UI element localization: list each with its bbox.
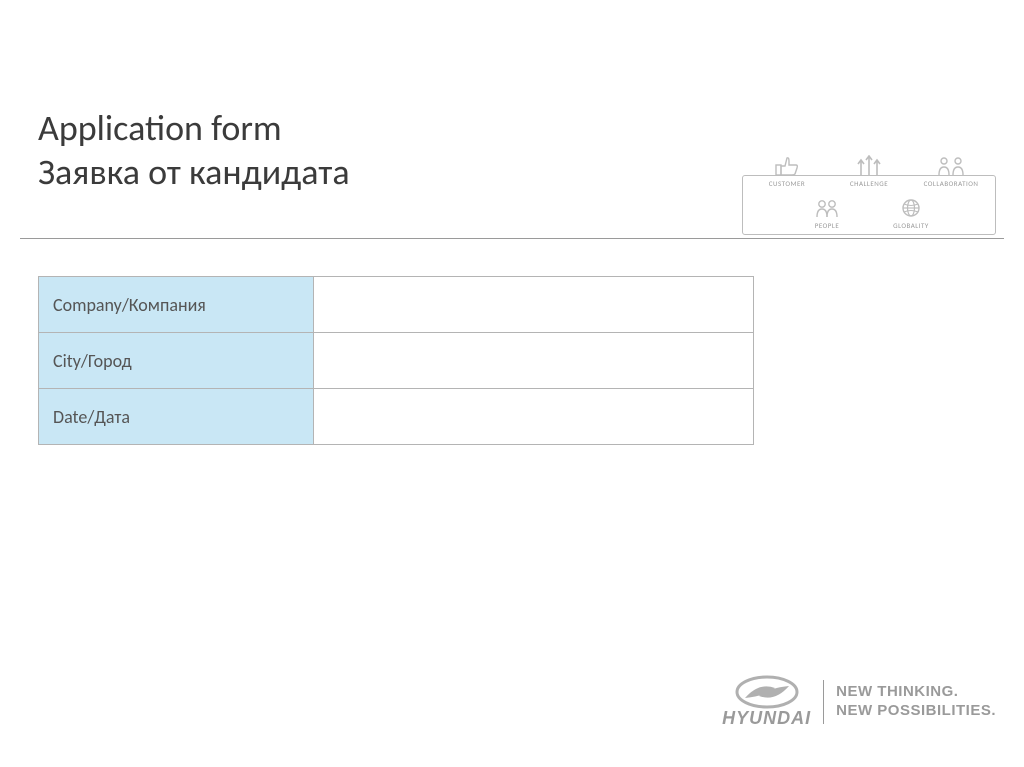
title-english: Application form <box>38 108 350 149</box>
title-block: Application form Заявка от кандидата <box>38 108 350 196</box>
value-people: PEOPLE <box>788 197 866 230</box>
value-customer-label: CUSTOMER <box>748 179 826 188</box>
value-globality: GLOBALITY <box>872 197 950 230</box>
people-pair-icon <box>812 197 842 219</box>
value-collaboration: COLLABORATION <box>912 155 990 188</box>
thumbs-up-icon <box>774 155 800 177</box>
company-label-cell: Company/Компания <box>39 277 314 333</box>
globe-icon <box>899 197 923 219</box>
date-value-cell[interactable] <box>314 389 754 445</box>
date-label-cell: Date/Дата <box>39 389 314 445</box>
brand-tagline-line1: NEW THINKING. <box>836 683 996 702</box>
brand-tagline: NEW THINKING. NEW POSSIBILITIES. <box>836 683 996 721</box>
company-value-cell[interactable] <box>314 277 754 333</box>
value-collaboration-label: COLLABORATION <box>912 179 990 188</box>
city-value-cell[interactable] <box>314 333 754 389</box>
value-challenge-label: CHALLENGE <box>830 179 908 188</box>
table-row: City/Город <box>39 333 754 389</box>
value-people-label: PEOPLE <box>788 221 866 230</box>
title-russian: Заявка от кандидата <box>38 149 350 196</box>
arrows-up-icon <box>853 155 885 177</box>
hyundai-logo-icon <box>731 674 803 710</box>
brand-block: HYUNDAI NEW THINKING. NEW POSSIBILITIES. <box>722 674 996 729</box>
brand-divider <box>823 680 824 724</box>
brand-tagline-line2: NEW POSSIBILITIES. <box>836 702 996 721</box>
brand-logo-group: HYUNDAI <box>722 674 811 729</box>
value-customer: CUSTOMER <box>748 155 826 188</box>
core-values-diagram: CUSTOMER CHALLENGE COLLABORATION PEOPLE <box>742 155 996 239</box>
table-row: Date/Дата <box>39 389 754 445</box>
table-row: Company/Компания <box>39 277 754 333</box>
application-form-table: Company/Компания City/Город Date/Дата <box>38 276 754 445</box>
city-label-cell: City/Город <box>39 333 314 389</box>
brand-name: HYUNDAI <box>722 708 811 729</box>
people-group-icon <box>936 155 966 177</box>
value-challenge: CHALLENGE <box>830 155 908 188</box>
value-globality-label: GLOBALITY <box>872 221 950 230</box>
